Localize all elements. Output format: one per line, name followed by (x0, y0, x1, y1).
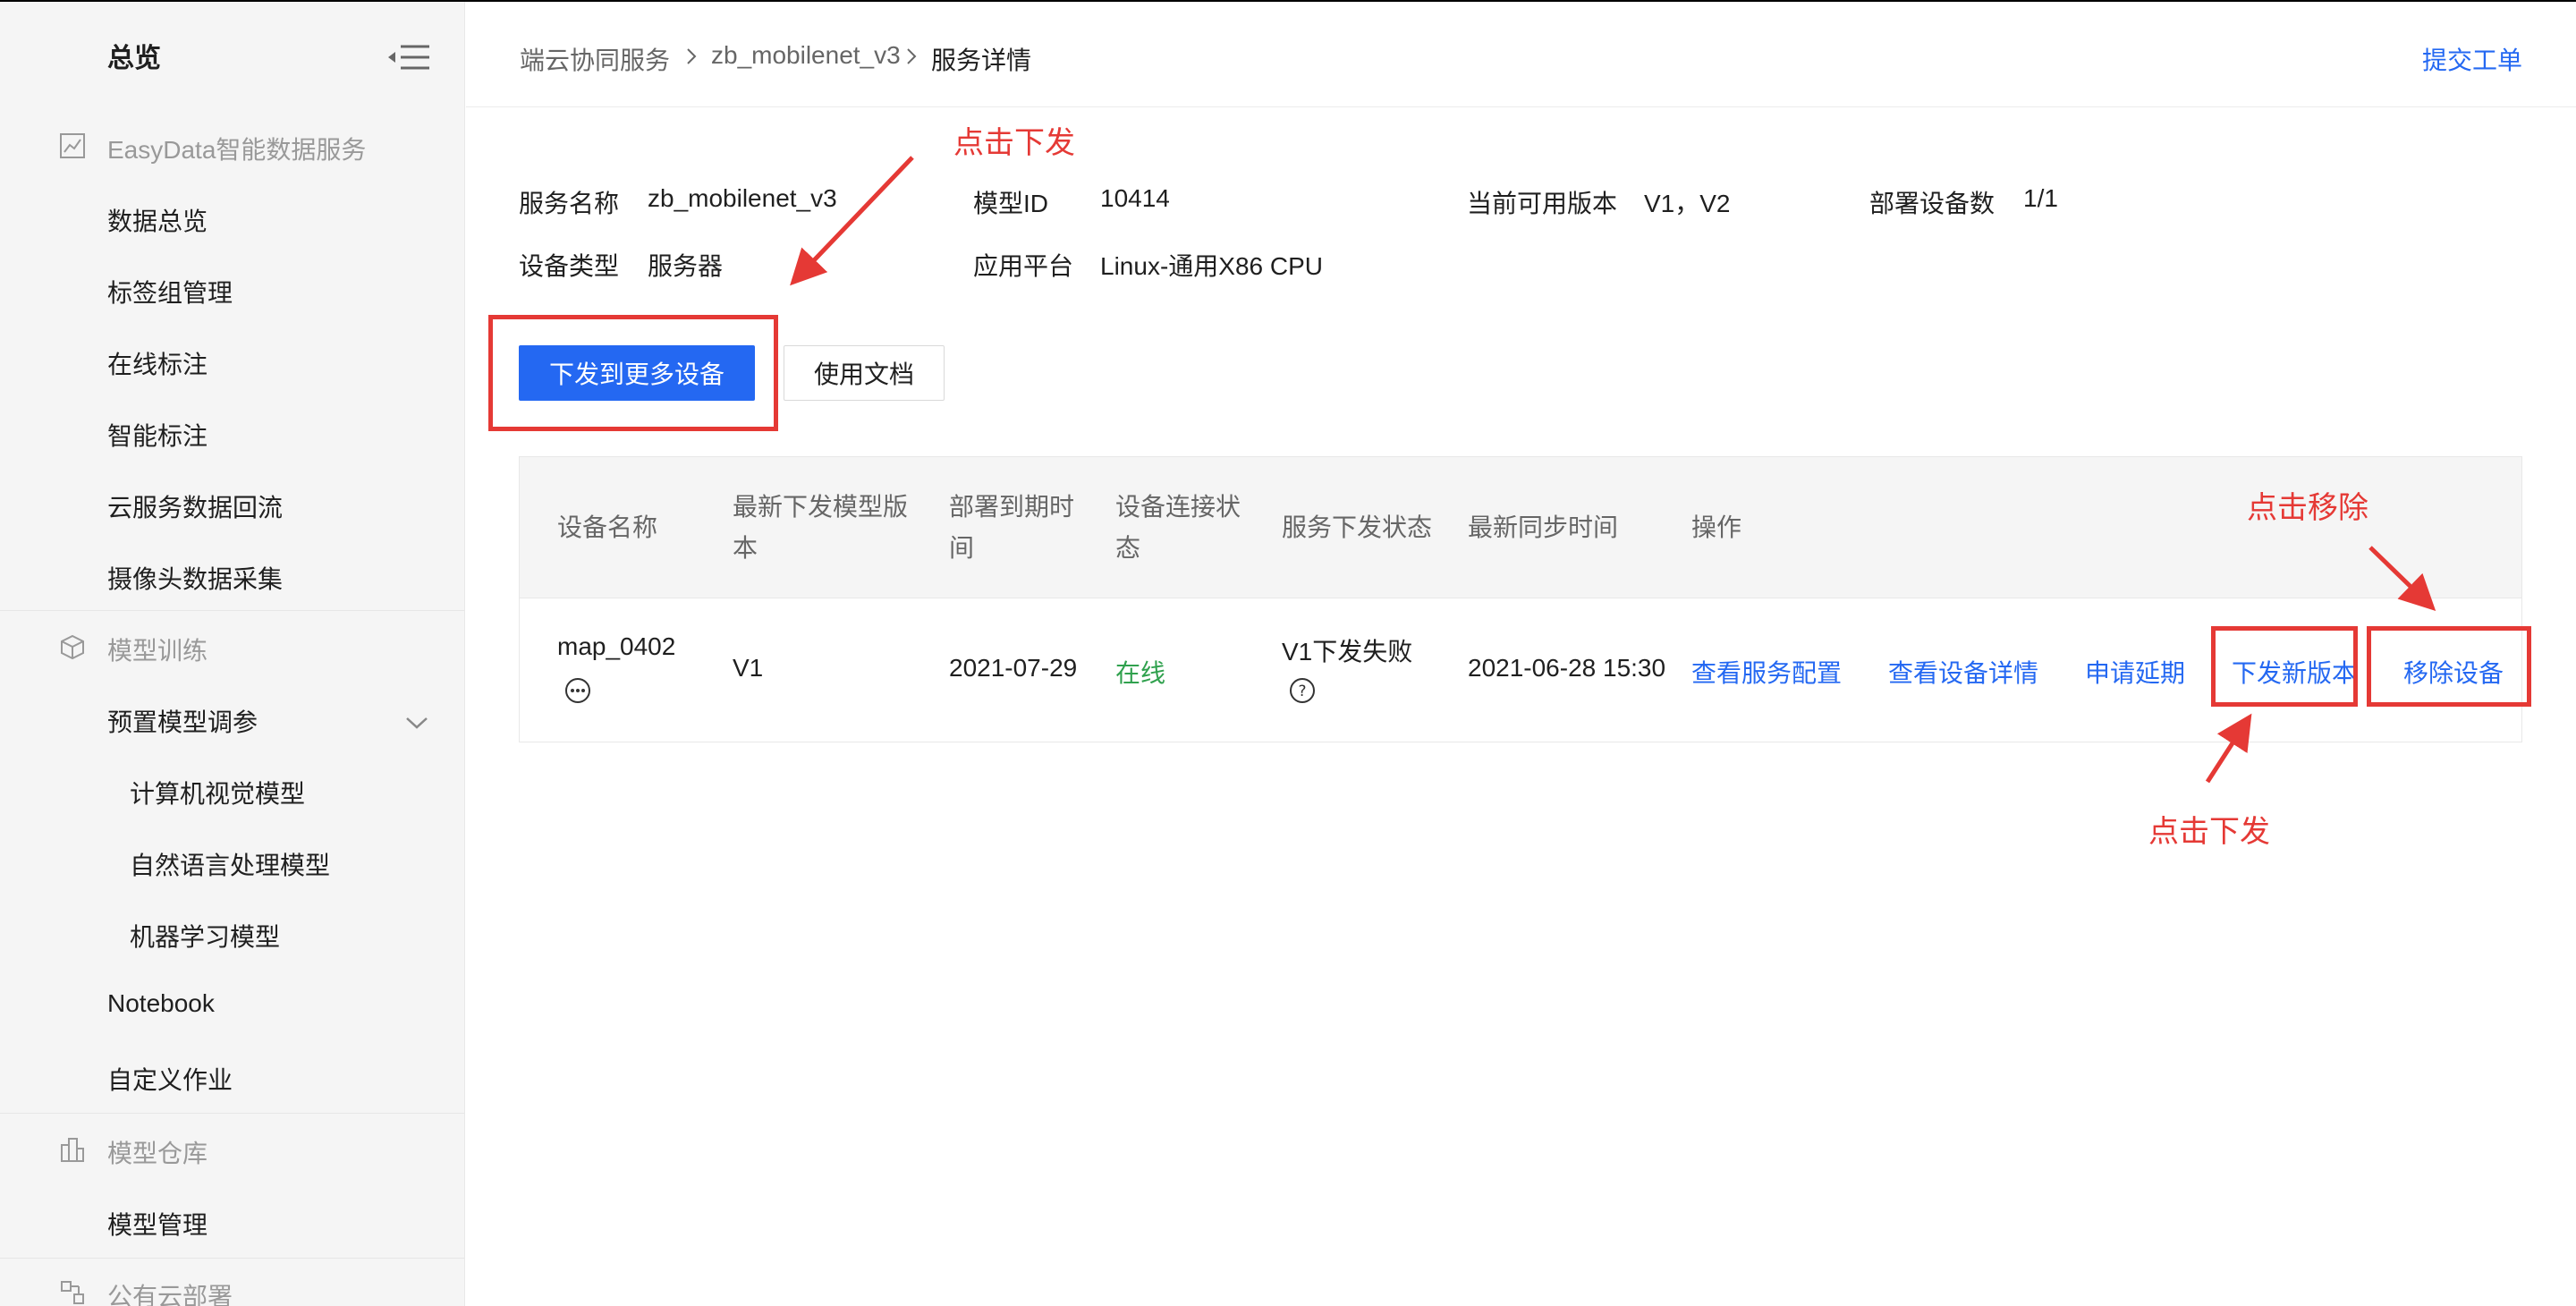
sidebar-item-data-overview[interactable]: 数据总览 (107, 202, 208, 238)
chevron-right-icon (907, 48, 917, 64)
chart-icon (60, 133, 85, 158)
sidebar-item-smart-annotation[interactable]: 智能标注 (107, 417, 208, 453)
page-header: 端云协同服务 zb_mobilenet_v3 服务详情 提交工单 (466, 2, 2576, 107)
sidebar-item-online-annotation[interactable]: 在线标注 (107, 345, 208, 381)
highlight-box-remove-device (2367, 626, 2531, 707)
annotation-click-deploy-top: 点击下发 (953, 126, 1075, 160)
column-header-expire: 部署到期时间 (949, 493, 1075, 562)
sidebar-item-ml-model[interactable]: 机器学习模型 (130, 918, 280, 954)
breadcrumb-edge-cloud[interactable]: 端云协同服务 (520, 41, 670, 77)
device-type-value: 服务器 (648, 252, 724, 280)
sidebar-group-easydata[interactable]: EasyData智能数据服务 (107, 131, 366, 166)
expire-cell: 2021-07-29 (949, 654, 1078, 682)
breadcrumb-service[interactable]: zb_mobilenet_v3 (711, 41, 901, 70)
sidebar-item-preset-tuning[interactable]: 预置模型调参 (107, 703, 258, 739)
view-device-detail-link[interactable]: 查看设备详情 (1888, 654, 2038, 690)
warehouse-icon (61, 1138, 84, 1162)
docs-button[interactable]: 使用文档 (784, 345, 945, 401)
sidebar: 总览 EasyData智能数据服务 数据总览 标签组管理 在线标注 智能标注 云… (0, 2, 465, 1306)
device-count-value: 1/1 (2023, 184, 2058, 212)
platform-label: 应用平台 (973, 252, 1074, 280)
sync-time-cell: 2021-06-28 15:30 (1468, 654, 1666, 682)
menu-collapse-icon[interactable] (386, 41, 431, 73)
view-service-config-link[interactable]: 查看服务配置 (1691, 654, 1842, 690)
sidebar-title[interactable]: 总览 (107, 36, 161, 75)
sidebar-divider (0, 1258, 464, 1259)
sidebar-group-model-training[interactable]: 模型训练 (107, 632, 208, 667)
service-name-label: 服务名称 (519, 190, 620, 217)
sidebar-item-custom-job[interactable]: 自定义作业 (107, 1061, 233, 1097)
arrow-to-deploy-more-button (790, 156, 914, 286)
sidebar-item-cloud-data-return[interactable]: 云服务数据回流 (107, 488, 283, 524)
model-id-value: 10414 (1100, 184, 1170, 212)
device-type-label: 设备类型 (519, 252, 620, 280)
sidebar-item-notebook[interactable]: Notebook (107, 989, 215, 1018)
highlight-box-deploy-more (488, 315, 778, 431)
table-header: 设备名称 最新下发模型版本 部署到期时间 设备连接状态 服务下发状态 最新同步时… (520, 457, 2521, 598)
column-header-deploy-status: 服务下发状态 (1282, 513, 1433, 541)
column-header-model-version: 最新下发模型版本 (733, 493, 909, 562)
cloud-deploy-icon (61, 1281, 84, 1304)
help-icon[interactable]: ? (1289, 677, 1316, 704)
sidebar-item-label-groups[interactable]: 标签组管理 (107, 274, 233, 310)
version-cell: V1 (733, 654, 764, 682)
versions-value: V1，V2 (1644, 190, 1731, 217)
sidebar-divider (0, 1113, 464, 1114)
chevron-down-icon[interactable] (404, 714, 429, 732)
model-id-label: 模型ID (973, 190, 1049, 217)
connection-status-cell: 在线 (1115, 659, 1166, 687)
column-header-device-name: 设备名称 (557, 513, 658, 541)
column-header-connection: 设备连接状态 (1115, 493, 1241, 562)
more-icon[interactable] (564, 677, 591, 704)
cube-icon (61, 634, 84, 660)
sidebar-item-nlp-model[interactable]: 自然语言处理模型 (130, 846, 330, 882)
breadcrumb-current: 服务详情 (931, 47, 1032, 74)
submit-ticket-link[interactable]: 提交工单 (2422, 41, 2522, 77)
deploy-status-cell: V1下发失败 (1282, 638, 1413, 666)
versions-label: 当前可用版本 (1467, 190, 1618, 217)
sidebar-group-model-warehouse[interactable]: 模型仓库 (107, 1134, 208, 1170)
chevron-right-icon (687, 48, 697, 64)
service-name-value: zb_mobilenet_v3 (648, 184, 837, 212)
sidebar-item-model-management[interactable]: 模型管理 (107, 1206, 208, 1242)
sidebar-divider (0, 610, 464, 611)
column-header-sync-time: 最新同步时间 (1468, 513, 1619, 541)
device-name-cell: map_0402 (557, 632, 676, 660)
device-count-label: 部署设备数 (1869, 190, 1996, 217)
platform-value: Linux-通用X86 CPU (1100, 252, 1323, 280)
column-header-actions: 操作 (1691, 513, 1742, 541)
sidebar-item-cv-model[interactable]: 计算机视觉模型 (130, 775, 305, 810)
annotation-click-deploy-bottom: 点击下发 (2148, 815, 2270, 849)
highlight-box-deploy-new-version (2211, 626, 2358, 707)
svg-text:?: ? (1298, 683, 1306, 700)
sidebar-item-camera-collection[interactable]: 摄像头数据采集 (107, 560, 283, 596)
annotation-click-remove: 点击移除 (2247, 491, 2368, 525)
sidebar-group-public-cloud[interactable]: 公有云部署 (107, 1277, 233, 1306)
apply-extension-link[interactable]: 申请延期 (2085, 654, 2185, 690)
